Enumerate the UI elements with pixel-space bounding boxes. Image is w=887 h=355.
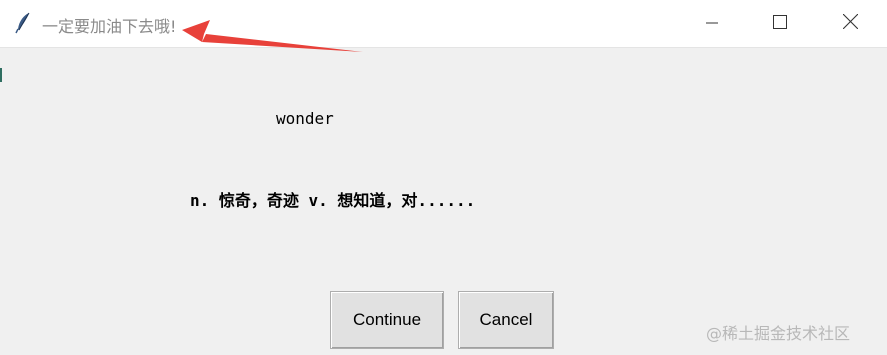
- meaning-label: n. 惊奇，奇迹 v. 想知道，对......: [190, 191, 476, 210]
- maximize-button[interactable]: [746, 0, 814, 47]
- app-window: 一定要加油下去哦! wonder n. 惊奇，奇迹 v. 想知道，对......…: [0, 0, 887, 355]
- cancel-button[interactable]: Cancel: [458, 291, 554, 349]
- minimize-icon: [706, 14, 718, 33]
- close-button[interactable]: [816, 0, 884, 47]
- maximize-icon: [773, 14, 787, 33]
- word-label: wonder: [276, 109, 334, 128]
- continue-button[interactable]: Continue: [330, 291, 444, 349]
- title-bar[interactable]: 一定要加油下去哦!: [0, 0, 887, 48]
- watermark: @稀土掘金技术社区: [706, 324, 851, 343]
- feather-icon: [14, 12, 34, 34]
- window-edge-marker: [0, 68, 2, 82]
- minimize-button[interactable]: [678, 0, 746, 47]
- annotation-arrow: [182, 20, 363, 52]
- close-icon: [842, 13, 858, 33]
- window-title: 一定要加油下去哦!: [42, 17, 177, 36]
